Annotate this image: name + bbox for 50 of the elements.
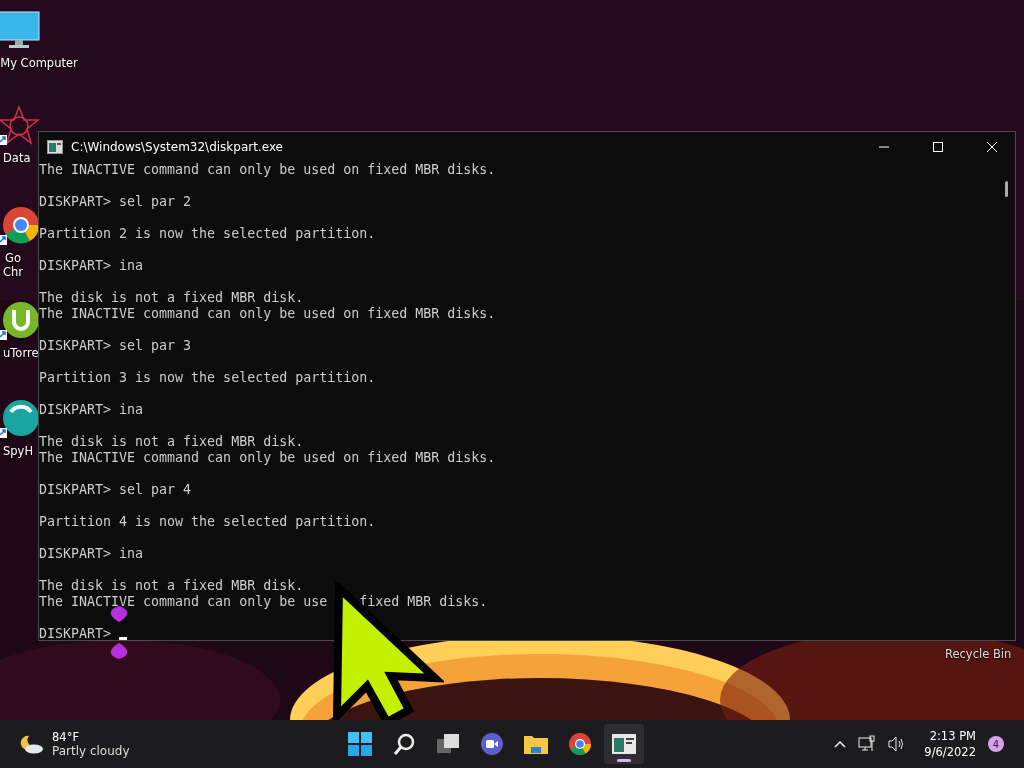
chrome-icon — [568, 732, 592, 756]
console-text: fixed MBR disks. — [359, 594, 488, 610]
window-title: C:\Windows\System32\diskpart.exe — [71, 139, 283, 154]
maximize-icon[interactable] — [933, 141, 943, 152]
network-icon[interactable] — [858, 735, 877, 753]
torrent-icon[interactable] — [0, 300, 41, 340]
partly-cloudy-icon[interactable] — [20, 734, 44, 754]
windows-icon — [348, 732, 372, 756]
search-icon — [392, 732, 416, 756]
temperature[interactable]: 84°F — [52, 730, 130, 744]
console-text: The INACTIVE command can only be used on fixed MBR disks. — [39, 306, 496, 322]
monitor-icon[interactable] — [0, 10, 41, 50]
desktop-icon-label[interactable]: Data — [3, 151, 31, 165]
console-text: The INACTIVE command can only be use — [39, 594, 328, 610]
console-text: DISKPART> ina — [39, 402, 144, 418]
taskbar-app[interactable] — [604, 724, 644, 764]
notification-badge[interactable]: 4 — [988, 736, 1004, 752]
scrollbar-thumb[interactable] — [1005, 181, 1008, 197]
console-text: DISKPART> ina — [39, 546, 144, 562]
desktop-icon-label[interactable]: Go Chr — [3, 251, 24, 279]
console-text: DISKPART> ina — [39, 258, 144, 274]
console-prompt: DISKPART> — [39, 626, 112, 642]
video-chat-icon — [480, 732, 504, 756]
desktop-icon-label[interactable]: SpyH — [3, 444, 34, 458]
close-icon[interactable] — [987, 141, 997, 152]
console-text: The INACTIVE command can only be used on fixed MBR disks. — [39, 450, 496, 466]
console-text: Partition 4 is now the selected partition. — [39, 514, 376, 530]
console-text: Partition 2 is now the selected partition. — [39, 226, 376, 242]
chevron-up-icon[interactable] — [834, 740, 847, 748]
console-text: Partition 3 is now the selected partition. — [39, 370, 376, 386]
console-icon — [612, 734, 636, 754]
console-text: DISKPART> sel par 4 — [39, 482, 192, 498]
star-icon[interactable] — [0, 105, 41, 145]
task-view-icon — [436, 732, 460, 756]
console-text: DISKPART> sel par 3 — [39, 338, 192, 354]
chrome-icon[interactable] — [0, 205, 41, 245]
folder-icon — [523, 733, 549, 755]
console-text: The INACTIVE command can only be used on fixed MBR disks. — [39, 162, 496, 178]
console-text: DISKPART> sel par 2 — [39, 194, 192, 210]
desktop-icon-label[interactable]: Recycle Bin — [945, 647, 1012, 661]
console-icon — [47, 139, 63, 154]
desktop-icon-label[interactable]: My Computer — [0, 56, 78, 70]
desktop-icon-label[interactable]: uTorre — [3, 346, 39, 360]
text-cursor — [119, 637, 128, 640]
clock-date[interactable]: 9/6/2022 — [924, 744, 976, 760]
console-text: The disk is not a fixed MBR disk. — [39, 434, 304, 450]
console-text: The disk is not a fixed MBR disk. — [39, 578, 304, 594]
clock-time[interactable]: 2:13 PM — [929, 728, 976, 744]
weather-condition[interactable]: Partly cloudy — [52, 744, 130, 758]
console-text: The disk is not a fixed MBR disk. — [39, 290, 304, 306]
